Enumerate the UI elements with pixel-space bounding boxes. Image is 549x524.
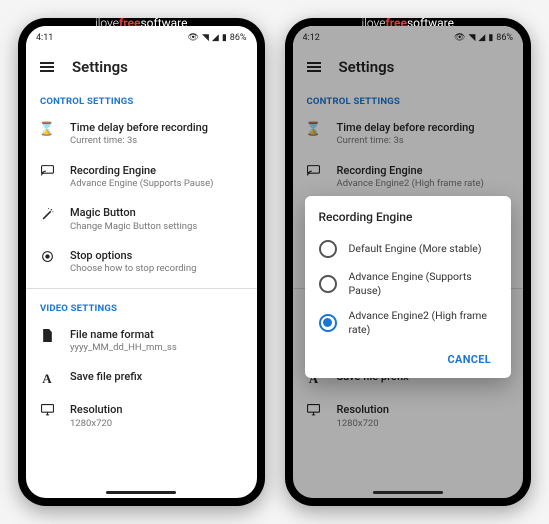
- dialog-recording-engine: Recording Engine Default Engine (More st…: [305, 196, 512, 378]
- radio-label: Advance Engine (Supports Pause): [349, 270, 498, 297]
- radio-option-default[interactable]: Default Engine (More stable): [319, 234, 498, 264]
- dialog-title: Recording Engine: [319, 210, 498, 224]
- radio-icon[interactable]: [319, 275, 337, 293]
- signal-icon: ◢: [212, 33, 219, 43]
- item-title: Stop options: [70, 249, 243, 263]
- monitor-icon: [40, 404, 54, 416]
- cast-icon: [40, 165, 54, 176]
- phone-left: ilovefreesoftware 4:11 👁 ◥ ◢ ▮ 86% Setti…: [18, 18, 265, 506]
- item-title: Recording Engine: [70, 164, 243, 178]
- wand-icon: [40, 207, 54, 220]
- phone-right: ilovefreesoftware 4:12 👁 ◥ ◢ ▮ 86% Setti…: [285, 18, 532, 506]
- screen-left: 4:11 👁 ◥ ◢ ▮ 86% Settings CONTROL SETTIN…: [26, 26, 257, 498]
- item-recording-engine[interactable]: Recording Engine Advance Engine (Support…: [26, 156, 257, 199]
- item-title: Resolution: [70, 403, 243, 417]
- radio-option-advance2[interactable]: Advance Engine2 (High frame rate): [319, 303, 498, 342]
- radio-option-advance[interactable]: Advance Engine (Supports Pause): [319, 264, 498, 303]
- item-title: File name format: [70, 328, 243, 342]
- divider: [26, 288, 257, 289]
- screen-right: 4:12 👁 ◥ ◢ ▮ 86% Settings CONTROL SETTIN…: [293, 26, 524, 498]
- item-sub: Change Magic Button settings: [70, 221, 243, 233]
- cancel-button[interactable]: CANCEL: [442, 349, 498, 370]
- item-file-prefix[interactable]: A Save file prefix: [26, 362, 257, 395]
- battery-icon: ▮: [222, 33, 227, 43]
- radio-icon[interactable]: [319, 240, 337, 258]
- battery-percent: 86%: [230, 33, 247, 43]
- eye-icon: 👁: [188, 33, 199, 43]
- hamburger-icon[interactable]: [40, 62, 54, 72]
- item-title: Magic Button: [70, 206, 243, 220]
- item-sub: yyyy_MM_dd_HH_mm_ss: [70, 342, 243, 354]
- radio-icon[interactable]: [319, 314, 337, 332]
- hourglass-icon: ⌛: [40, 122, 54, 137]
- item-sub: Choose how to stop recording: [70, 263, 243, 275]
- text-icon: A: [40, 371, 54, 387]
- radio-label: Default Engine (More stable): [349, 242, 482, 256]
- file-icon: [40, 329, 54, 342]
- item-magic-button[interactable]: Magic Button Change Magic Button setting…: [26, 198, 257, 241]
- status-bar: 4:11 👁 ◥ ◢ ▮ 86%: [26, 26, 257, 48]
- status-time: 4:11: [36, 33, 53, 43]
- item-sub: Advance Engine (Supports Pause): [70, 178, 243, 190]
- item-stop-options[interactable]: Stop options Choose how to stop recordin…: [26, 241, 257, 284]
- app-bar: Settings: [26, 48, 257, 86]
- dialog-actions: CANCEL: [319, 349, 498, 370]
- item-time-delay[interactable]: ⌛ Time delay before recording Current ti…: [26, 113, 257, 156]
- page-title: Settings: [72, 58, 128, 76]
- stop-icon: [40, 250, 54, 263]
- item-filename-format[interactable]: File name format yyyy_MM_dd_HH_mm_ss: [26, 320, 257, 363]
- item-resolution[interactable]: Resolution 1280x720: [26, 395, 257, 438]
- item-sub: Current time: 3s: [70, 135, 243, 147]
- item-sub: 1280x720: [70, 418, 243, 430]
- wifi-icon: ◥: [202, 33, 209, 43]
- item-title: Time delay before recording: [70, 121, 243, 135]
- status-icons: 👁 ◥ ◢ ▮ 86%: [188, 33, 247, 43]
- section-header-control: CONTROL SETTINGS: [26, 86, 257, 113]
- radio-label: Advance Engine2 (High frame rate): [349, 309, 498, 336]
- item-title: Save file prefix: [70, 370, 243, 384]
- home-indicator[interactable]: [106, 491, 176, 494]
- home-indicator[interactable]: [373, 491, 443, 494]
- section-header-video: VIDEO SETTINGS: [26, 293, 257, 320]
